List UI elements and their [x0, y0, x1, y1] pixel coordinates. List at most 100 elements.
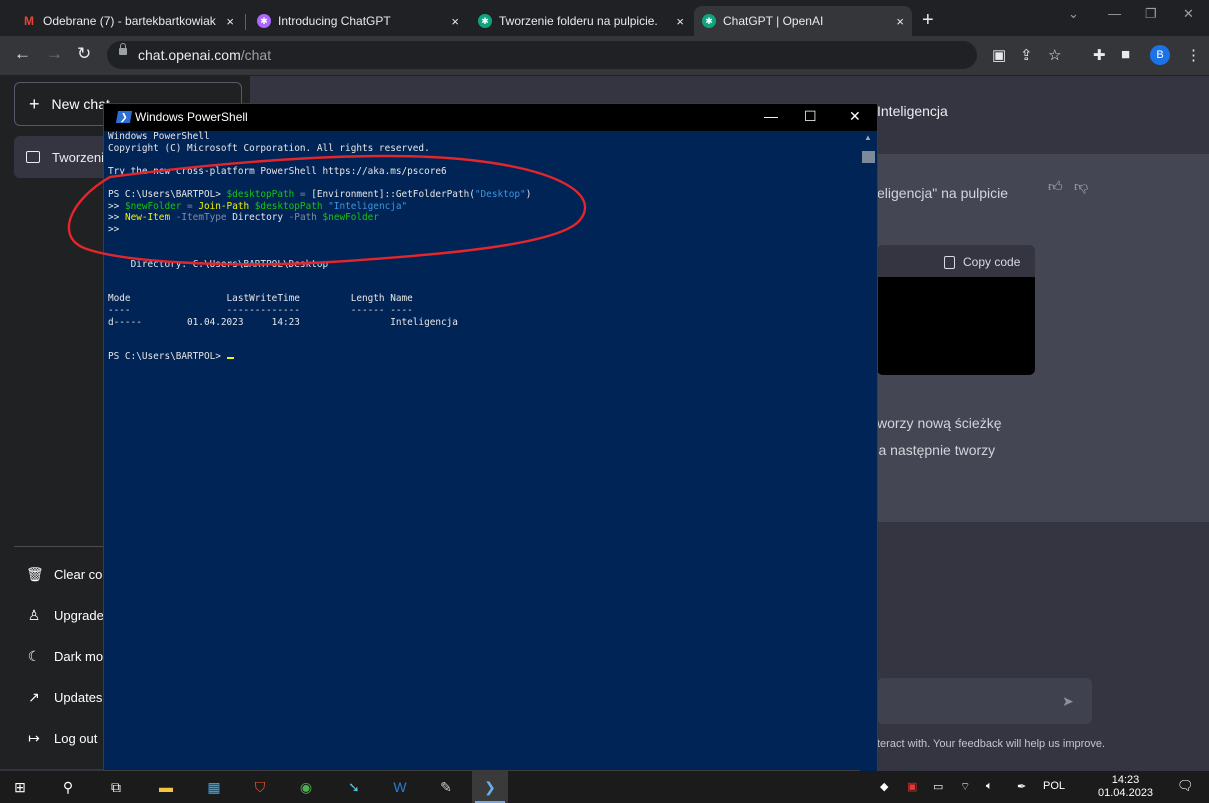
- tab-tworzenie-folderu[interactable]: ✱ Tworzenie folderu na pulpicie. ×: [470, 6, 692, 36]
- terminal-text: ): [525, 188, 532, 200]
- terminal-text: Directory: [232, 212, 289, 224]
- tray-app-icon[interactable]: ▣: [907, 780, 917, 793]
- thumbs-up-icon[interactable]: 👍︎: [1048, 178, 1063, 195]
- windows-taskbar: ⊞ ⚲ ⧉ ▬ ▦ ⛉ ◉ ➘ W ✎ ❯ ◆ ▣ ▭ ⌔ 🔈︎ ✒ POL 🗨…: [0, 771, 1209, 803]
- file-explorer-icon[interactable]: ▬: [156, 777, 176, 797]
- address-bar[interactable]: chat.openai.com/chat: [107, 41, 977, 69]
- footer-disclaimer: teract with. Your feedback will help us …: [877, 738, 1106, 750]
- close-tab-icon[interactable]: ×: [676, 14, 684, 29]
- terminal-text: =: [181, 200, 199, 212]
- restore-icon[interactable]: ❐: [1145, 6, 1157, 22]
- translate-icon[interactable]: ▣: [992, 46, 1006, 64]
- terminal-line: >> New-Item -ItemType Directory -Path $n…: [108, 212, 858, 224]
- volume-icon[interactable]: 🔈︎: [986, 780, 993, 793]
- terminal-text: -ItemType: [175, 212, 233, 224]
- chevron-down-icon[interactable]: ⌄: [1068, 6, 1079, 22]
- terminal-text: [Environment]: [311, 188, 385, 200]
- windows-start-icon[interactable]: ⊞: [10, 777, 30, 797]
- trash-icon: 🗑: [26, 566, 44, 582]
- close-tab-icon[interactable]: ×: [896, 14, 904, 29]
- copy-code-button[interactable]: Copy code: [944, 255, 1020, 269]
- terminal-scrollbar[interactable]: [860, 131, 877, 771]
- tab-title: Tworzenie folderu na pulpicie.: [499, 14, 658, 28]
- terminal-text: >>: [108, 223, 120, 235]
- message-input[interactable]: [877, 678, 1092, 724]
- tab-separator: [245, 14, 246, 30]
- terminal-text: $newFolder: [322, 212, 379, 224]
- tab-introducing-chatgpt[interactable]: ✱ Introducing ChatGPT ×: [249, 6, 467, 36]
- reload-icon[interactable]: ↻: [77, 44, 91, 64]
- close-window-icon[interactable]: ✕: [1183, 6, 1194, 22]
- new-tab-button[interactable]: +: [922, 9, 934, 32]
- powershell-icon: ❯: [115, 111, 133, 123]
- close-tab-icon[interactable]: ×: [226, 14, 234, 29]
- sidebar-item-log-out[interactable]: ↦ Log out: [26, 730, 97, 747]
- terminal-text: Try the new cross-platform PowerShell ht…: [108, 165, 447, 177]
- terminal-text: Copyright (C) Microsoft Corporation. All…: [108, 142, 430, 154]
- profile-avatar[interactable]: B: [1150, 45, 1170, 65]
- notification-icon[interactable]: 🗨︎: [1177, 778, 1194, 794]
- terminal-output[interactable]: Windows PowerShell Copyright (C) Microsof…: [108, 131, 858, 771]
- powershell-window[interactable]: ❯ Windows PowerShell — ☐ ✕ Windows Power…: [103, 103, 878, 771]
- chrome-icon[interactable]: ◉: [296, 777, 316, 797]
- terminal-text: ::GetFolderPath(: [384, 188, 475, 200]
- brave-browser-icon[interactable]: ⛉: [250, 777, 270, 797]
- close-tab-icon[interactable]: ×: [451, 14, 459, 29]
- discord-icon[interactable]: ◆: [880, 780, 888, 793]
- send-icon[interactable]: ➤: [1062, 693, 1074, 710]
- language-indicator[interactable]: POL: [1043, 780, 1065, 792]
- powershell-taskbar-icon[interactable]: ❯: [480, 777, 500, 797]
- scroll-up-arrow-icon[interactable]: ▲: [864, 133, 872, 142]
- browser-tab-strip: M Odebrane (7) - bartekbartkowiak × ✱ In…: [0, 0, 1209, 36]
- search-icon[interactable]: ⚲: [58, 777, 78, 797]
- bookmark-star-icon[interactable]: ☆: [1048, 46, 1061, 64]
- taskbar-clock[interactable]: 14:23 01.04.2023: [1098, 774, 1153, 800]
- terminal-text: d----- 01.04.2023 14:23 Inteligencja: [108, 316, 458, 328]
- store-icon[interactable]: ▦: [204, 777, 224, 797]
- sidebar-item-label: Log out: [54, 731, 98, 746]
- paint-icon[interactable]: ✎: [436, 777, 456, 797]
- side-panel-icon[interactable]: ■: [1121, 46, 1130, 63]
- close-window-icon[interactable]: ✕: [849, 108, 861, 125]
- powershell-titlebar[interactable]: ❯ Windows PowerShell — ☐ ✕: [104, 104, 877, 131]
- share-icon[interactable]: ⇪: [1020, 46, 1033, 64]
- user-icon: ♙: [27, 607, 41, 623]
- sidebar-item-updates[interactable]: ↗ Updates &: [26, 689, 115, 706]
- thumbs-down-icon[interactable]: 👎︎: [1074, 178, 1088, 195]
- scrollbar-thumb[interactable]: [862, 151, 875, 163]
- minimize-icon[interactable]: —: [764, 108, 778, 124]
- terminal-line: PS C:\Users\BARTPOL>: [108, 351, 858, 363]
- back-arrow-icon[interactable]: ←: [14, 44, 31, 64]
- wifi-icon[interactable]: ⌔: [960, 780, 970, 794]
- forward-arrow-icon[interactable]: →: [46, 44, 63, 64]
- battery-icon[interactable]: ▭: [933, 780, 943, 793]
- terminal-line: Mode LastWriteTime Length Name: [108, 293, 858, 305]
- word-icon[interactable]: W: [390, 777, 410, 797]
- app-icon[interactable]: ➘: [344, 777, 364, 797]
- extensions-icon[interactable]: ✚: [1093, 46, 1106, 64]
- response-text: worzy nową ścieżkę: [877, 415, 1002, 431]
- plus-icon: +: [29, 93, 40, 114]
- tab-chatgpt-openai[interactable]: ✱ ChatGPT | OpenAI ×: [694, 6, 912, 36]
- terminal-text: Windows PowerShell: [108, 131, 210, 142]
- pen-icon[interactable]: ✒: [1017, 780, 1026, 793]
- tab-gmail[interactable]: M Odebrane (7) - bartekbartkowiak ×: [14, 6, 242, 36]
- minimize-icon[interactable]: —: [1108, 6, 1121, 21]
- sidebar-item-dark-mode[interactable]: ☾ Dark mod: [26, 648, 111, 665]
- sidebar-item-upgrade[interactable]: ♙ Upgrade t: [26, 607, 111, 624]
- url-text: chat.openai.com/chat: [138, 47, 272, 63]
- maximize-icon[interactable]: ☐: [804, 108, 817, 125]
- copy-code-label: Copy code: [963, 255, 1021, 269]
- terminal-text: "Desktop": [474, 188, 526, 200]
- terminal-line: Windows PowerShell: [108, 131, 858, 143]
- task-view-icon[interactable]: ⧉: [106, 777, 126, 797]
- terminal-text: "Inteligencja": [328, 200, 408, 212]
- terminal-line: ---- ------------- ------ ----: [108, 305, 858, 317]
- menu-dots-icon[interactable]: ⋮: [1186, 46, 1201, 64]
- terminal-text: >>: [108, 212, 125, 224]
